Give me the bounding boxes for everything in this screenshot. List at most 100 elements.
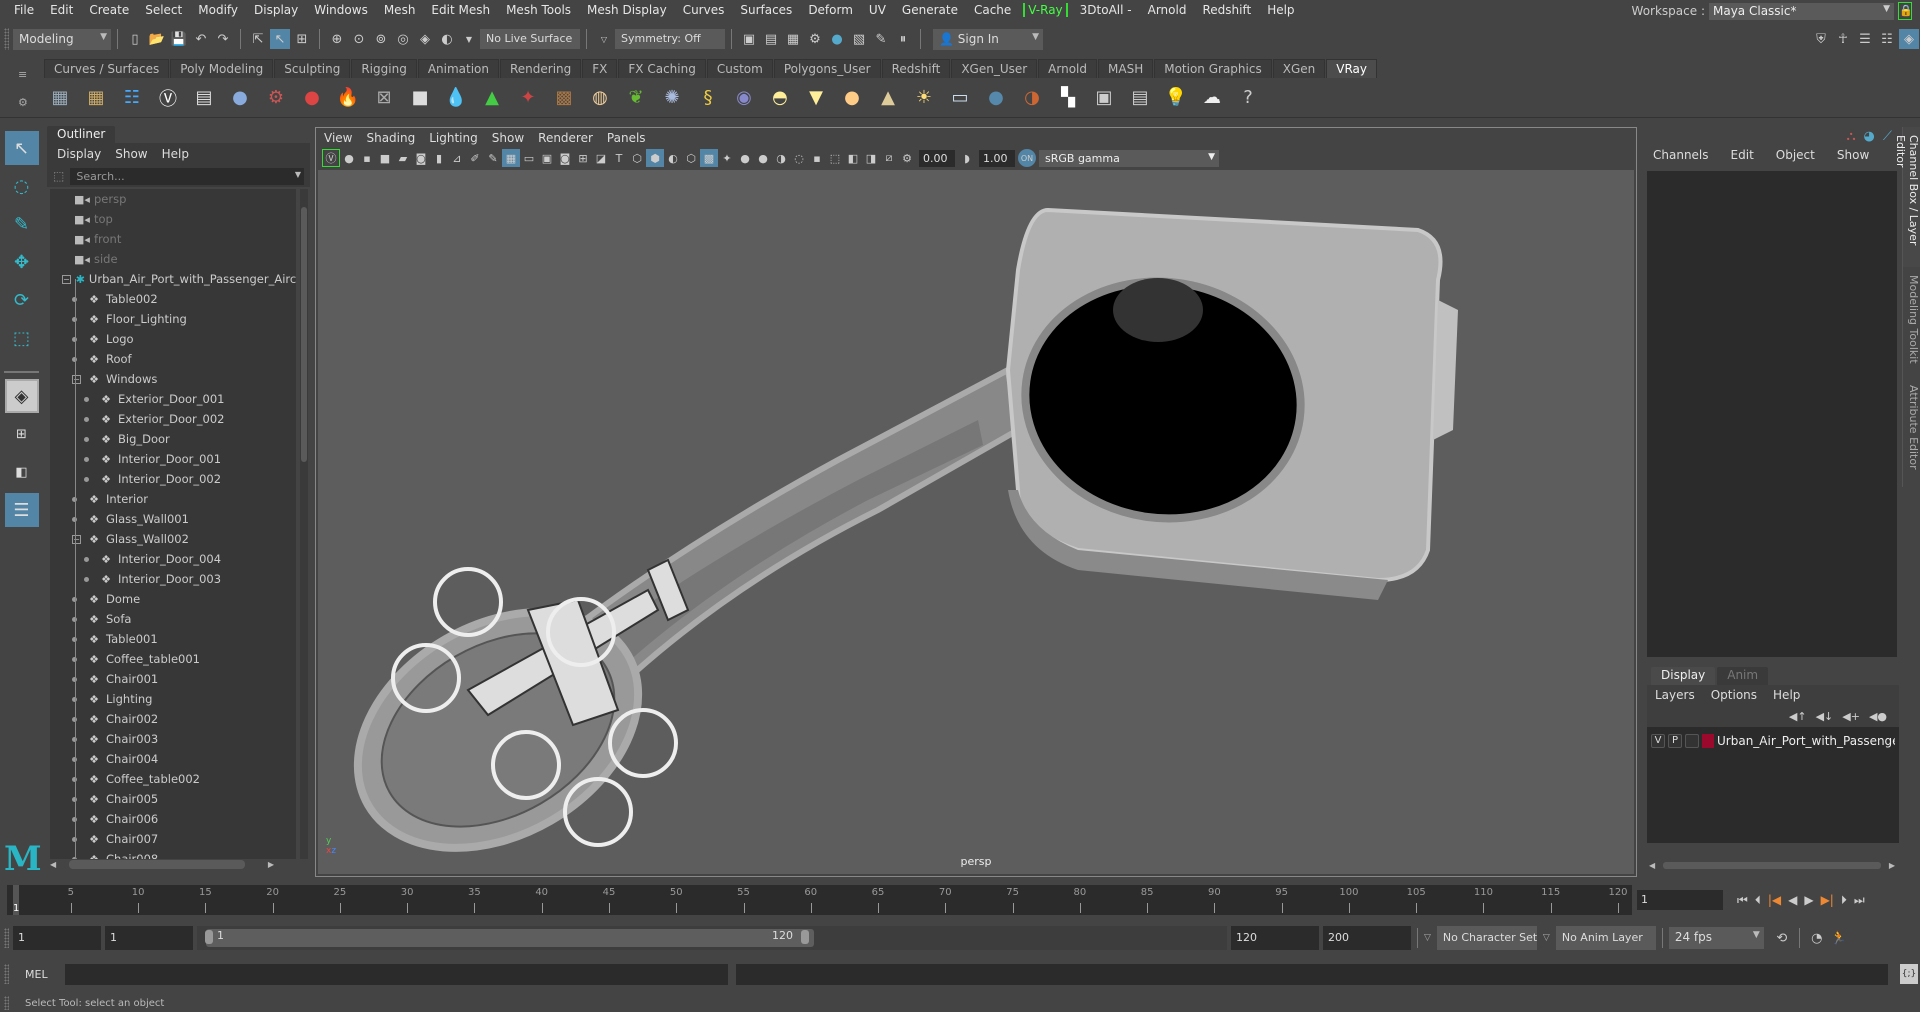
vray-fur-icon[interactable]: ✦	[512, 82, 544, 114]
shelf-tab-xgen[interactable]: XGen	[1272, 59, 1326, 78]
current-frame-field[interactable]: 1	[1637, 890, 1723, 910]
gamma-field[interactable]: 1.00	[979, 149, 1015, 167]
select-object-icon[interactable]: ↖	[270, 29, 290, 49]
render-frame-icon[interactable]: ▣	[739, 29, 759, 49]
outliner-item[interactable]: ❖ Chair005	[50, 789, 296, 809]
render-sequence-icon[interactable]: ▤	[761, 29, 781, 49]
isolate-select-icon[interactable]: ⬚	[826, 149, 844, 167]
channel-menu-show[interactable]: Show	[1837, 148, 1869, 162]
outliner-item[interactable]: − ❖ Glass_Wall002	[50, 529, 296, 549]
menu-help[interactable]: Help	[1259, 3, 1302, 17]
vray-dome-light-icon[interactable]: ◍	[584, 82, 616, 114]
vray-ies-light-icon[interactable]: ▲	[872, 82, 904, 114]
screen-space-ao-icon[interactable]: ●	[754, 149, 772, 167]
time-ruler[interactable]: 1 5 10 15 20 25 30 35 40 45 50 55 60 65 70 75 80 85 90 95 1…	[7, 885, 1632, 915]
snap-point-icon[interactable]: ⊚	[371, 29, 391, 49]
hyperbolic-icon[interactable]: ⟋	[1883, 129, 1892, 144]
collapse-icon[interactable]: −	[72, 374, 81, 384]
vray-viewport-icon[interactable]: ●	[340, 149, 358, 167]
shelf-tab-redshift[interactable]: Redshift	[881, 59, 951, 78]
sign-in-button[interactable]: 👤 Sign In ▼	[933, 28, 1043, 50]
filter-icon[interactable]: ⬚	[53, 169, 64, 183]
vray-volume-icon[interactable]: ✺	[656, 82, 688, 114]
step-back-frame-icon[interactable]: |◀	[1768, 893, 1781, 908]
script-editor-icon[interactable]: {;}	[1900, 964, 1918, 984]
wireframe-icon[interactable]: ⬡	[628, 149, 646, 167]
open-scene-icon[interactable]: 📂	[147, 29, 167, 49]
snap-curve-icon[interactable]: ⊙	[349, 29, 369, 49]
viewport-menu-show[interactable]: Show	[492, 131, 524, 145]
vray-rect-light-icon[interactable]: ◓	[764, 82, 796, 114]
anim-prefs-icon[interactable]: 🏃	[1829, 928, 1849, 948]
redo-icon[interactable]: ↷	[213, 29, 233, 49]
outliner-item[interactable]: ❖ Chair003	[50, 729, 296, 749]
menu-deform[interactable]: Deform	[800, 3, 861, 17]
3d-scene-canvas[interactable]: y xz persp	[318, 170, 1634, 874]
viewport-menu-renderer[interactable]: Renderer	[538, 131, 593, 145]
shelf-tab-mash[interactable]: MASH	[1098, 59, 1154, 78]
symmetry-field[interactable]: Symmetry: Off	[615, 29, 725, 49]
vray-env-sphere-icon[interactable]: ●	[980, 82, 1012, 114]
menu-surfaces[interactable]: Surfaces	[732, 3, 800, 17]
menu-curves[interactable]: Curves	[675, 3, 733, 17]
menu-windows[interactable]: Windows	[306, 3, 376, 17]
shelf-tab-animation[interactable]: Animation	[417, 59, 499, 78]
image-plane-icon[interactable]: ▪	[358, 149, 376, 167]
outliner-search-input[interactable]: Search...	[70, 167, 304, 185]
anti-aliasing-icon[interactable]: ◌	[790, 149, 808, 167]
vray-light-lister-icon[interactable]: 💡	[1160, 82, 1192, 114]
outliner-layout-icon[interactable]: ☰	[4, 493, 39, 527]
exposure-field[interactable]: 0.00	[919, 149, 955, 167]
viewport-menu-panels[interactable]: Panels	[607, 131, 646, 145]
outliner-item[interactable]: ❖ Chair007	[50, 829, 296, 849]
outliner-item[interactable]: ■◂ side	[50, 249, 296, 269]
go-to-start-icon[interactable]: ⏮	[1737, 893, 1748, 908]
outliner-item[interactable]: ■◂ persp	[50, 189, 296, 209]
default-material-icon[interactable]: ◐	[664, 149, 682, 167]
safe-title-icon[interactable]: T	[610, 149, 628, 167]
new-layer-from-selected-icon[interactable]: ◀●	[1869, 710, 1887, 723]
snap-grid-icon[interactable]: ⊕	[327, 29, 347, 49]
four-view-icon[interactable]: ⊞	[5, 417, 39, 451]
vray-help-icon[interactable]: ?	[1232, 82, 1264, 114]
menu-file[interactable]: File	[6, 3, 42, 17]
textured-icon[interactable]: ▩	[700, 149, 718, 167]
xray-components-icon[interactable]: ⧄	[880, 149, 898, 167]
outliner-item[interactable]: ❖ Sofa	[50, 609, 296, 629]
outliner-item[interactable]: ❖ Interior_Door_003	[50, 569, 296, 589]
camera-attributes-icon[interactable]: Ⓥ	[322, 149, 340, 167]
scale-tool-icon[interactable]: ⬚	[5, 321, 39, 355]
vray-texture-icon[interactable]: ▩	[548, 82, 580, 114]
snap-live-icon[interactable]: ◐	[437, 29, 457, 49]
select-tool-icon[interactable]: ↖	[4, 131, 39, 165]
vray-logo-icon[interactable]: Ⓥ	[152, 82, 184, 114]
outliner-item[interactable]: ❖ Chair008	[50, 849, 296, 859]
layer-menu-help[interactable]: Help	[1773, 688, 1800, 702]
character-controls-icon[interactable]: ☥	[1833, 29, 1853, 49]
layer-row[interactable]: VP Urban_Air_Port_with_Passenger_Aircraft	[1651, 731, 1895, 751]
vray-omni-light-icon[interactable]: ●	[836, 82, 868, 114]
resolution-gate-icon[interactable]: ▣	[538, 149, 556, 167]
outliner-item[interactable]: ❖ Interior_Door_002	[50, 469, 296, 489]
outliner-item[interactable]: ❖ Chair002	[50, 709, 296, 729]
side-tab-attribute-editor[interactable]: Attribute Editor	[1902, 377, 1920, 487]
color-space-dropdown[interactable]: sRGB gamma	[1039, 149, 1219, 167]
menu-mesh[interactable]: Mesh	[376, 3, 424, 17]
shelf-tab-sculpting[interactable]: Sculpting	[274, 59, 351, 78]
menu-redshift[interactable]: Redshift	[1194, 3, 1259, 17]
select-hierarchy-icon[interactable]: ⇱	[248, 29, 268, 49]
vray-render-icon[interactable]: ▦	[80, 82, 112, 114]
grease-pencil-icon[interactable]: ✐	[466, 149, 484, 167]
outliner-vertical-scrollbar[interactable]	[300, 189, 308, 859]
render-settings-icon[interactable]: ⚙	[805, 29, 825, 49]
pause-icon[interactable]: ⏸	[893, 29, 913, 49]
go-to-end-icon[interactable]: ⏭	[1854, 893, 1865, 908]
vray-material-icon[interactable]: ●	[224, 82, 256, 114]
shelf-tab-curves-surfaces[interactable]: Curves / Surfaces	[44, 59, 170, 78]
two-d-pan-icon[interactable]: ⊿	[448, 149, 466, 167]
vray-displacement-icon[interactable]: ▲	[476, 82, 508, 114]
select-camera-icon[interactable]: ■	[376, 149, 394, 167]
shelf-tab-fx-caching[interactable]: FX Caching	[618, 59, 706, 78]
viewport-menu-view[interactable]: View	[324, 131, 352, 145]
vray-multimatte-icon[interactable]: ◑	[1016, 82, 1048, 114]
